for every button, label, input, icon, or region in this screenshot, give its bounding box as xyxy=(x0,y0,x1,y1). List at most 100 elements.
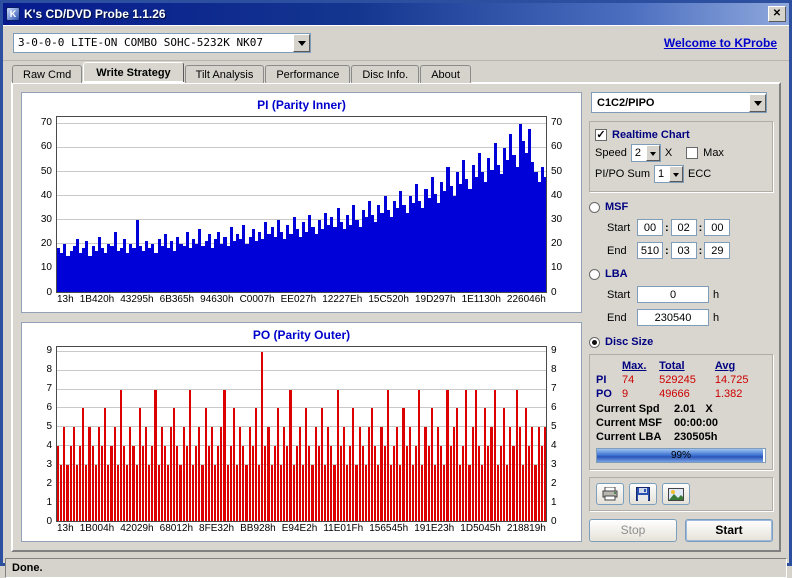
mode-selector-value: C1C2/PIPO xyxy=(597,96,655,109)
control-column: C1C2/PIPO ✓ Realtime Chart Speed 2 X Max xyxy=(589,92,773,542)
pi-total-value: 529245 xyxy=(659,374,696,386)
action-buttons: Stop Start xyxy=(589,519,773,542)
msf-radio[interactable] xyxy=(589,201,600,213)
progress-label: 99% xyxy=(670,450,691,461)
stop-button[interactable]: Stop xyxy=(589,519,677,542)
msf-end-sec[interactable] xyxy=(670,242,697,259)
po-chart-title: PO (Parity Outer) xyxy=(252,327,351,342)
current-spd-value: 2.01 xyxy=(674,403,696,415)
floppy-disk-icon xyxy=(636,487,650,501)
stats-header-total: Total xyxy=(659,360,685,372)
drive-selector-value: 3-0-0-0 LITE-ON COMBO SOHC-5232K NK07 xyxy=(18,36,264,49)
start-button[interactable]: Start xyxy=(685,519,773,542)
lba-end-input[interactable] xyxy=(637,309,709,326)
tab-raw-cmd[interactable]: Raw Cmd xyxy=(12,65,83,83)
x-axis-label: 42029h xyxy=(120,523,154,534)
colon-separator: : xyxy=(665,244,669,257)
chevron-down-icon[interactable] xyxy=(293,33,310,52)
status-bar: Done. xyxy=(5,558,787,578)
app-icon: K xyxy=(6,7,20,21)
pi-max-value: 74 xyxy=(622,374,635,386)
msf-start-frame[interactable] xyxy=(704,219,731,236)
msf-end-min[interactable] xyxy=(637,242,663,259)
drive-selector[interactable]: 3-0-0-0 LITE-ON COMBO SOHC-5232K NK07 xyxy=(13,32,311,53)
write-strategy-panel: PI (Parity Inner) 0 10 20 30 40 50 60 70 0 10 20 3… xyxy=(11,82,781,552)
po-x-axis: 13h 1B004h 42029h 68012h 8FE32h BB928h E94E2h 1… xyxy=(57,523,546,539)
pipo-sum-label: PI/PO Sum xyxy=(595,168,651,180)
x-axis-label: 1B004h xyxy=(79,523,115,534)
chevron-down-icon[interactable] xyxy=(669,166,684,182)
lba-radio[interactable] xyxy=(589,268,600,280)
msf-end-frame[interactable] xyxy=(704,242,731,259)
x-axis-label: 226046h xyxy=(506,293,546,305)
x-axis-label: 1E1130h xyxy=(461,293,501,305)
x-axis-label: 8FE32h xyxy=(199,523,235,534)
status-text: Done. xyxy=(12,562,43,574)
pi-x-axis: 13h 1B420h 43295h 6B365h 94630h C0007h EE027h 1… xyxy=(57,294,546,310)
pi-chart-title: PI (Parity Inner) xyxy=(257,98,346,112)
speed-value: 2 xyxy=(634,147,641,159)
x-axis-label: 19D297h xyxy=(414,293,456,305)
current-lba-value: 230505h xyxy=(674,431,718,443)
lba-start-input[interactable] xyxy=(637,286,709,303)
msf-start-sec[interactable] xyxy=(670,219,697,236)
po-total-value: 49666 xyxy=(659,388,690,400)
tab-disc-info[interactable]: Disc Info. xyxy=(351,65,420,83)
x-axis-label: 13h xyxy=(57,293,74,305)
pipo-sum-value: 1 xyxy=(658,168,665,180)
po-plot-area xyxy=(56,345,547,522)
x-axis-label: EE027h xyxy=(280,293,317,305)
current-msf-label: Current MSF xyxy=(596,417,662,429)
msf-end-label: End xyxy=(607,244,627,257)
tab-performance[interactable]: Performance xyxy=(265,65,351,83)
x-axis-label: 6B365h xyxy=(159,293,195,305)
save-image-button[interactable] xyxy=(662,483,690,505)
pi-avg-value: 14.725 xyxy=(714,374,749,386)
po-avg-value: 1.382 xyxy=(714,388,743,400)
tab-strip: Raw Cmd Write Strategy Tilt Analysis Per… xyxy=(3,61,789,83)
pi-y-axis-right: 0 10 20 30 40 50 60 70 xyxy=(551,117,563,298)
po-max-value: 9 xyxy=(622,388,629,400)
tab-write-strategy[interactable]: Write Strategy xyxy=(83,62,184,82)
po-chart: PO (Parity Outer) 0123456789 0123456789 … xyxy=(21,321,582,542)
title-bar: K K's CD/DVD Probe 1.1.26 ✕ xyxy=(3,3,789,25)
current-spd-unit: X xyxy=(705,403,713,415)
stats-table: Max. Total Avg PI 74 529245 14.725 PO 9 … xyxy=(596,359,766,401)
chevron-down-icon[interactable] xyxy=(749,93,766,112)
chevron-down-icon[interactable] xyxy=(645,145,660,161)
tools-group xyxy=(589,477,773,511)
stats-box: Max. Total Avg PI 74 529245 14.725 PO 9 … xyxy=(589,354,773,470)
close-button[interactable]: ✕ xyxy=(768,6,786,22)
charts-column: PI (Parity Inner) 0 10 20 30 40 50 60 70 0 10 20 3… xyxy=(21,92,582,542)
window-title: K's CD/DVD Probe 1.1.26 xyxy=(24,7,166,21)
realtime-chart-label: Realtime Chart xyxy=(612,129,690,141)
x-axis-label: 94630h xyxy=(200,293,234,305)
progress-bar: 99% xyxy=(596,448,766,463)
pi-chart: PI (Parity Inner) 0 10 20 30 40 50 60 70 0 10 20 3… xyxy=(21,92,582,313)
save-button[interactable] xyxy=(629,483,657,505)
welcome-link[interactable]: Welcome to KProbe xyxy=(664,36,777,50)
colon-separator: : xyxy=(665,221,669,234)
tab-tilt-analysis[interactable]: Tilt Analysis xyxy=(184,65,265,83)
speed-selector[interactable]: 2 xyxy=(630,144,661,162)
mode-selector[interactable]: C1C2/PIPO xyxy=(591,92,767,113)
tab-about[interactable]: About xyxy=(420,65,471,83)
x-axis-label: 68012h xyxy=(159,523,194,534)
x-axis-label: E94E2h xyxy=(281,523,318,534)
pi-row-label: PI xyxy=(596,374,607,386)
speed-unit-label: X xyxy=(664,147,673,159)
chart-options-group: ✓ Realtime Chart Speed 2 X Max PI/PO Sum xyxy=(589,121,773,192)
max-speed-checkbox[interactable] xyxy=(686,147,699,159)
po-y-axis-left: 0123456789 xyxy=(46,345,52,527)
disc-size-radio[interactable] xyxy=(589,336,600,348)
speed-label: Speed xyxy=(595,147,627,159)
msf-start-min[interactable] xyxy=(637,219,663,236)
pipo-sum-selector[interactable]: 1 xyxy=(654,165,685,183)
lba-start-unit: h xyxy=(713,288,720,301)
lba-start-label: Start xyxy=(607,288,631,301)
po-row-label: PO xyxy=(596,388,612,400)
print-button[interactable] xyxy=(596,483,624,505)
realtime-chart-checkbox[interactable]: ✓ xyxy=(595,129,607,141)
x-axis-label: 191E23h xyxy=(414,523,455,534)
x-axis-label: 1D5045h xyxy=(460,523,501,534)
